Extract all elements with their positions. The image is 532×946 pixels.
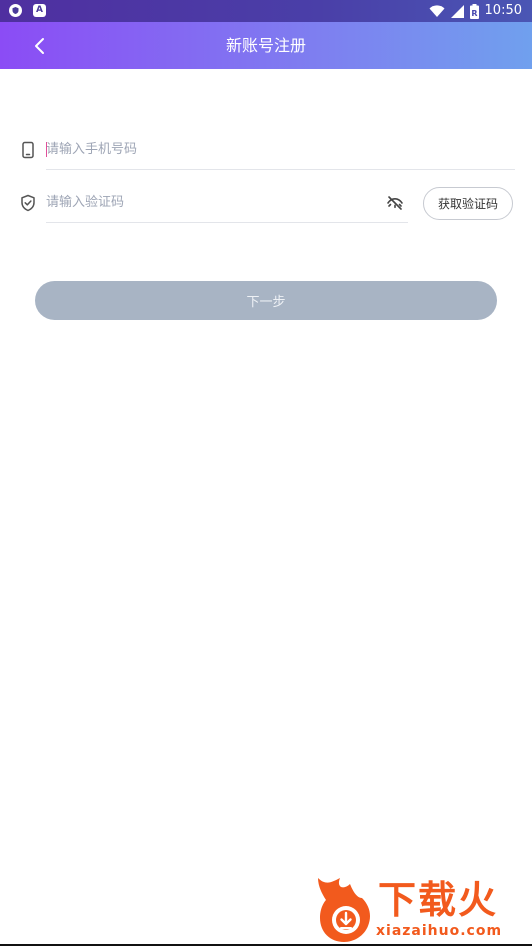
- back-button[interactable]: [26, 32, 54, 60]
- get-code-button[interactable]: 获取验证码: [423, 187, 513, 220]
- watermark-site: xiazaihuo.com: [376, 923, 503, 939]
- status-bar-system: R 10:50: [429, 2, 522, 20]
- chevron-left-icon: [35, 38, 44, 54]
- watermark-logo: 下载火 xiazaihuo.com: [314, 876, 526, 944]
- status-bar-notifications: A: [9, 4, 46, 17]
- watermark-brand: 下载火: [378, 878, 499, 922]
- wifi-icon: [429, 4, 445, 17]
- code-input[interactable]: [46, 183, 376, 221]
- code-field-underline: [46, 222, 408, 223]
- code-field-row: [18, 183, 408, 223]
- eye-off-icon: [387, 196, 403, 210]
- phone-icon: [22, 141, 34, 159]
- status-bar: A R 10:50: [0, 0, 532, 22]
- battery-icon: R: [469, 3, 479, 19]
- phone-field-row: [18, 130, 515, 170]
- status-time: 10:50: [484, 3, 522, 18]
- a-badge-icon: A: [33, 4, 46, 17]
- phone-field-underline: [46, 169, 515, 170]
- shield-badge-icon: [9, 4, 22, 17]
- phone-input[interactable]: [46, 130, 506, 168]
- text-caret: [46, 142, 47, 157]
- shield-check-icon: [21, 194, 35, 212]
- page-title: 新账号注册: [225, 36, 306, 55]
- flame-download-icon: [318, 878, 370, 942]
- battery-badge: R: [471, 9, 477, 18]
- toggle-visibility-button[interactable]: [385, 193, 405, 213]
- app-header: 新账号注册: [0, 22, 532, 69]
- next-step-button[interactable]: 下一步: [35, 281, 497, 320]
- signal-icon: [450, 4, 464, 18]
